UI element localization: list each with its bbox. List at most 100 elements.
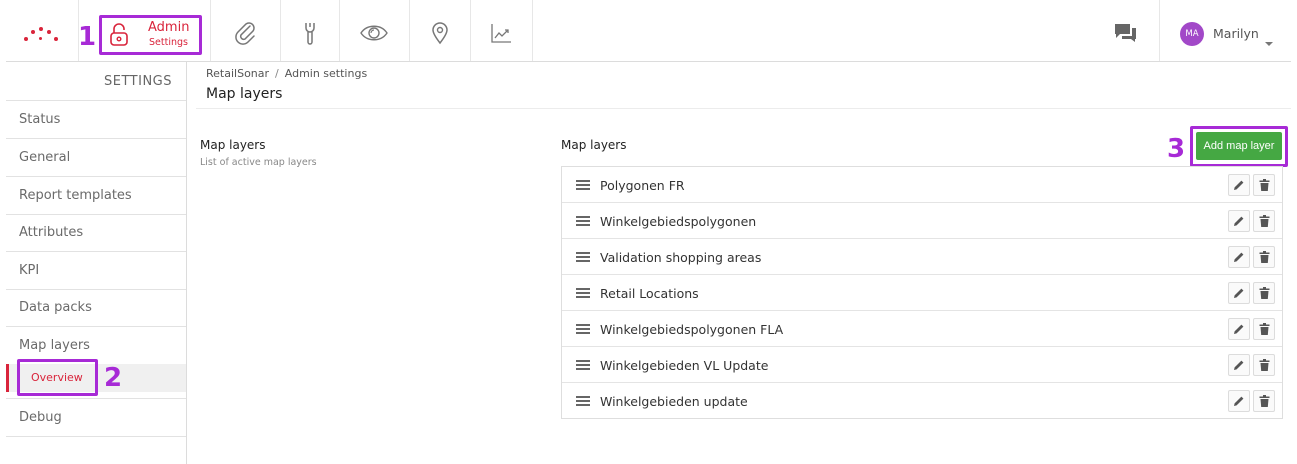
edit-button[interactable] [1228, 210, 1250, 232]
delete-button[interactable] [1253, 282, 1275, 304]
paperclip-icon[interactable] [231, 18, 261, 48]
sidebar-item-label: Data packs [19, 300, 92, 315]
eye-icon[interactable] [358, 18, 390, 48]
drag-handle-icon[interactable] [576, 252, 590, 262]
callout-number-2: 2 [104, 363, 123, 393]
delete-button[interactable] [1253, 246, 1275, 268]
header-divider [196, 108, 1291, 109]
layer-name: Retail Locations [600, 286, 699, 301]
layer-name: Validation shopping areas [600, 250, 762, 265]
chart-icon[interactable] [486, 18, 516, 48]
topnav-divider [6, 61, 1291, 62]
map-layer-list: Polygonen FR Winkelgebiedspolygonen Valida… [561, 166, 1283, 419]
nav-divider [339, 0, 340, 62]
sidebar-item-status[interactable]: Status [6, 101, 186, 139]
nav-divider [280, 0, 281, 62]
pencil-icon [1234, 288, 1244, 298]
trash-icon [1259, 395, 1269, 407]
pencil-icon [1234, 216, 1244, 226]
delete-button[interactable] [1253, 390, 1275, 412]
drag-handle-icon[interactable] [576, 288, 590, 298]
edit-button[interactable] [1228, 174, 1250, 196]
sidebar-item-label: Attributes [19, 225, 84, 240]
drag-handle-icon[interactable] [576, 216, 590, 226]
logo-icon[interactable] [24, 24, 60, 46]
drag-handle-icon[interactable] [576, 180, 590, 190]
list-item[interactable]: Polygonen FR [562, 167, 1282, 203]
layer-name: Polygonen FR [600, 178, 685, 193]
sidebar-item-debug[interactable]: Debug [6, 399, 186, 437]
edit-button[interactable] [1228, 282, 1250, 304]
user-menu[interactable]: MA Marilyn [1180, 22, 1280, 46]
pencil-icon [1234, 180, 1244, 190]
nav-divider [1159, 0, 1160, 62]
breadcrumb-root[interactable]: RetailSonar [206, 67, 269, 80]
sidebar-heading: SETTINGS [103, 74, 172, 89]
sidebar-item-data-packs[interactable]: Data packs [6, 289, 186, 327]
nav-divider [409, 0, 410, 62]
sidebar-item-attributes[interactable]: Attributes [6, 214, 186, 252]
delete-button[interactable] [1253, 174, 1275, 196]
callout-number-3: 3 [1167, 134, 1186, 164]
sidebar-item-general[interactable]: General [6, 139, 186, 177]
list-item[interactable]: Validation shopping areas [562, 239, 1282, 275]
layers-panel-title: Map layers [561, 138, 627, 152]
layer-name: Winkelgebiedspolygonen [600, 214, 757, 229]
pencil-icon [1234, 252, 1244, 262]
delete-button[interactable] [1253, 354, 1275, 376]
left-panel-title: Map layers [200, 138, 266, 152]
sidebar-item-kpi[interactable]: KPI [6, 252, 186, 290]
sidebar-item-label: KPI [19, 263, 40, 278]
left-panel-subtitle: List of active map layers [200, 157, 317, 168]
callout-box-2 [17, 359, 98, 396]
edit-button[interactable] [1228, 318, 1250, 340]
layer-name: Winkelgebieden VL Update [600, 358, 769, 373]
list-item[interactable]: Winkelgebiedspolygonen [562, 203, 1282, 239]
list-item[interactable]: Winkelgebieden VL Update [562, 347, 1282, 383]
list-item[interactable]: Retail Locations [562, 275, 1282, 311]
trash-icon [1259, 323, 1269, 335]
list-item[interactable]: Winkelgebiedspolygonen FLA [562, 311, 1282, 347]
active-indicator [6, 364, 9, 392]
user-name: Marilyn [1213, 26, 1259, 41]
top-navigation: Admin Settings 1 MA Marilyn [0, 0, 1297, 62]
trash-icon [1259, 251, 1269, 263]
trash-icon [1259, 215, 1269, 227]
edit-button[interactable] [1228, 354, 1250, 376]
avatar-initials: MA [1185, 29, 1199, 39]
drag-handle-icon[interactable] [576, 324, 590, 334]
pencil-icon [1234, 360, 1244, 370]
sidebar-item-label: Status [19, 112, 61, 127]
sidebar-item-label: Debug [19, 410, 62, 425]
layer-name: Winkelgebiedspolygonen FLA [600, 322, 784, 337]
delete-button[interactable] [1253, 210, 1275, 232]
sidebar-item-label: Map layers [19, 338, 90, 353]
wrench-icon[interactable] [295, 18, 325, 48]
page-title: Map layers [206, 86, 283, 102]
nav-divider [470, 0, 471, 62]
map-pin-icon[interactable] [425, 18, 455, 48]
avatar: MA [1180, 22, 1204, 46]
breadcrumb-current: Admin settings [284, 67, 368, 80]
trash-icon [1259, 179, 1269, 191]
pencil-icon [1234, 324, 1244, 334]
trash-icon [1259, 359, 1269, 371]
settings-sidebar: SETTINGS Status General Report templates… [6, 62, 187, 464]
nav-divider [532, 0, 533, 62]
drag-handle-icon[interactable] [576, 360, 590, 370]
callout-box-1 [99, 15, 202, 55]
drag-handle-icon[interactable] [576, 396, 590, 406]
pencil-icon [1234, 396, 1244, 406]
chat-icon[interactable] [1114, 22, 1138, 44]
list-item[interactable]: Winkelgebieden update [562, 383, 1282, 419]
sidebar-item-report-templates[interactable]: Report templates [6, 177, 186, 215]
trash-icon [1259, 287, 1269, 299]
edit-button[interactable] [1228, 390, 1250, 412]
breadcrumb-separator: / [275, 67, 279, 80]
delete-button[interactable] [1253, 318, 1275, 340]
sidebar-item-label: General [19, 150, 71, 165]
nav-divider [210, 0, 211, 62]
callout-box-3 [1190, 126, 1288, 167]
edit-button[interactable] [1228, 246, 1250, 268]
layer-name: Winkelgebieden update [600, 394, 748, 409]
